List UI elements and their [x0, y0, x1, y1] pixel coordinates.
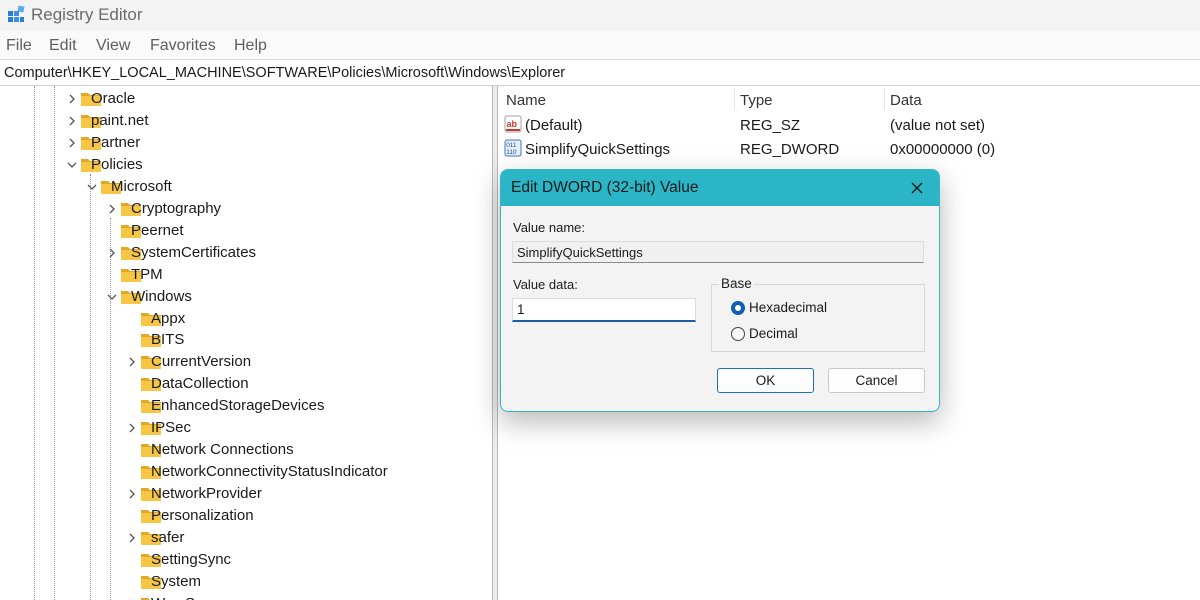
string-value-icon: ab [504, 115, 522, 133]
tree-node-label[interactable]: WcmSvc [151, 595, 210, 600]
radio-unselected-icon[interactable] [731, 327, 745, 341]
base-group [711, 284, 925, 352]
tree-node-label[interactable]: BITS [151, 331, 184, 348]
value-data-input[interactable]: 1 [512, 298, 696, 322]
chevron-down-icon[interactable] [106, 291, 118, 303]
registry-editor-icon [8, 5, 25, 22]
value-data: 0x00000000 (0) [890, 141, 996, 158]
tree-node-label[interactable]: paint.net [91, 112, 149, 129]
tree-node-label[interactable]: Network Connections [151, 441, 294, 458]
binary-value-icon: 011 110 [504, 139, 522, 157]
tree-node-label[interactable]: System [151, 573, 201, 590]
address-path[interactable]: Computer\HKEY_LOCAL_MACHINE\SOFTWARE\Pol… [4, 65, 565, 81]
tree-node-label[interactable]: safer [151, 529, 184, 546]
value-name: (Default) [525, 117, 583, 134]
edit-dword-dialog: Edit DWORD (32-bit) Value Value name: Si… [500, 169, 940, 412]
menu-file[interactable]: File [6, 37, 32, 55]
tree-node-label[interactable]: Oracle [91, 90, 135, 107]
svg-text:011: 011 [506, 142, 517, 149]
menu-edit[interactable]: Edit [49, 37, 77, 55]
tree-node-label[interactable]: NetworkProvider [151, 485, 262, 502]
tree-node-label[interactable]: Peernet [131, 222, 184, 239]
tree-node-label[interactable]: Cryptography [131, 200, 221, 217]
tree-node-label[interactable]: EnhancedStorageDevices [151, 397, 324, 414]
chevron-down-icon[interactable] [86, 181, 98, 193]
tree-node-label[interactable]: TPM [131, 266, 163, 283]
tree-node-label[interactable]: Microsoft [111, 178, 172, 195]
chevron-right-icon[interactable] [106, 247, 118, 259]
menu-bar: File Edit View Favorites Help [0, 31, 1200, 59]
column-header-name[interactable]: Name [506, 92, 546, 109]
tree-node-label[interactable]: DataCollection [151, 375, 249, 392]
radio-label-hexadecimal[interactable]: Hexadecimal [749, 300, 827, 315]
tree-guide-line [34, 86, 35, 600]
tree-node-label[interactable]: NetworkConnectivityStatusIndicator [151, 463, 388, 480]
radio-selected-icon[interactable] [731, 301, 745, 315]
ok-button[interactable]: OK [717, 368, 814, 393]
dialog-title: Edit DWORD (32-bit) Value [511, 179, 699, 196]
chevron-right-icon[interactable] [66, 93, 78, 105]
window-title: Registry Editor [31, 5, 143, 24]
tree-node-label[interactable]: CurrentVersion [151, 353, 251, 370]
chevron-right-icon[interactable] [66, 115, 78, 127]
menu-view[interactable]: View [96, 37, 130, 55]
tree-node-label[interactable]: SystemCertificates [131, 244, 256, 261]
chevron-right-icon[interactable] [126, 532, 138, 544]
address-bar[interactable]: Computer\HKEY_LOCAL_MACHINE\SOFTWARE\Pol… [0, 59, 1200, 86]
chevron-right-icon[interactable] [126, 488, 138, 500]
menu-favorites[interactable]: Favorites [150, 37, 216, 55]
value-name-label: Value name: [513, 220, 586, 235]
column-header-type[interactable]: Type [740, 92, 773, 109]
value-data: (value not set) [890, 117, 986, 134]
radio-label-decimal[interactable]: Decimal [749, 326, 798, 341]
tree-node-label[interactable]: Partner [91, 134, 140, 151]
tree-node-label[interactable]: Policies [91, 156, 143, 173]
chevron-right-icon[interactable] [126, 422, 138, 434]
column-separator[interactable] [884, 88, 885, 110]
value-name-field[interactable]: SimplifyQuickSettings [512, 241, 924, 263]
dialog-titlebar[interactable]: Edit DWORD (32-bit) Value [501, 170, 939, 206]
tree-node-label[interactable]: IPSec [151, 419, 191, 436]
tree-node-label[interactable]: Windows [131, 288, 192, 305]
tree-node-label[interactable]: Personalization [151, 507, 254, 524]
menu-help[interactable]: Help [234, 37, 267, 55]
svg-text:ab: ab [507, 119, 518, 129]
column-separator[interactable] [734, 88, 735, 110]
column-header-data[interactable]: Data [890, 92, 922, 109]
chevron-down-icon[interactable] [66, 159, 78, 171]
chevron-right-icon[interactable] [106, 203, 118, 215]
value-type: REG_DWORD [740, 141, 840, 158]
value-data-label: Value data: [513, 277, 578, 292]
tree-node-label[interactable]: Appx [151, 310, 185, 327]
tree-pane[interactable]: Oracle paint.net Partner Policies Microsoft C… [0, 86, 492, 600]
chevron-right-icon[interactable] [66, 137, 78, 149]
value-name: SimplifyQuickSettings [525, 141, 671, 158]
cancel-button[interactable]: Cancel [828, 368, 925, 393]
close-button[interactable] [903, 174, 931, 202]
value-type: REG_SZ [740, 117, 801, 134]
tree-guide-line [54, 86, 55, 600]
tree-guide-line [90, 174, 91, 600]
close-icon [911, 182, 923, 194]
window-titlebar: Registry Editor [0, 0, 1200, 31]
tree-guide-line [110, 218, 111, 600]
chevron-right-icon[interactable] [126, 356, 138, 368]
svg-text:110: 110 [506, 149, 517, 156]
base-label: Base [719, 276, 754, 291]
tree-node-label[interactable]: SettingSync [151, 551, 231, 568]
